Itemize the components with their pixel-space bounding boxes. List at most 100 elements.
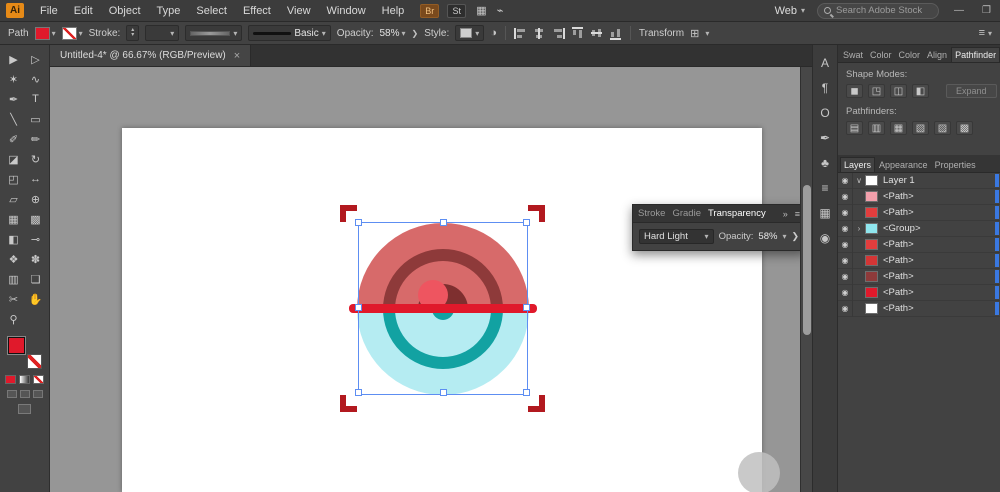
layer-name[interactable]: <Group>: [883, 223, 993, 234]
selection-handle[interactable]: [355, 389, 362, 396]
document-tab[interactable]: Untitled-4* @ 66.67% (RGB/Preview) ×: [50, 45, 251, 66]
draw-normal-button[interactable]: [7, 390, 17, 398]
graphic-style-select[interactable]: ▾: [455, 25, 484, 41]
layer-expand-chevron[interactable]: ›: [853, 224, 865, 233]
menu-item[interactable]: Edit: [66, 2, 101, 20]
panel-tab[interactable]: Layers: [840, 157, 875, 172]
visibility-eye-icon[interactable]: ◉: [838, 189, 853, 205]
color-mode-button[interactable]: [5, 375, 16, 384]
shape-builder-tool[interactable]: ⊕: [26, 190, 46, 208]
transform-label[interactable]: Transform: [639, 28, 684, 39]
layer-row[interactable]: ◉ <Path>: [838, 285, 1000, 301]
rotate-tool[interactable]: ↻: [26, 150, 46, 168]
selection-bounding-box[interactable]: [358, 222, 528, 395]
layer-selection-indicator[interactable]: [995, 206, 999, 219]
layer-selection-indicator[interactable]: [995, 254, 999, 267]
scrollbar-thumb[interactable]: [803, 185, 811, 335]
outline-button[interactable]: ▨: [934, 121, 951, 135]
selection-handle[interactable]: [523, 389, 530, 396]
layer-row[interactable]: ◉ <Path>: [838, 205, 1000, 221]
selection-handle[interactable]: [440, 219, 447, 226]
column-graph-tool[interactable]: ▥: [4, 270, 24, 288]
exclude-button[interactable]: ◧: [912, 84, 929, 98]
magic-wand-tool[interactable]: ✶: [4, 70, 24, 88]
align-right-icon[interactable]: [552, 28, 565, 39]
visibility-eye-icon[interactable]: ◉: [838, 301, 853, 317]
layer-thumbnail[interactable]: [865, 303, 878, 314]
layer-name[interactable]: Layer 1: [883, 175, 993, 186]
stroke-swatch[interactable]: [27, 354, 42, 369]
blend-tool[interactable]: ❖: [4, 250, 24, 268]
layer-thumbnail[interactable]: [865, 271, 878, 282]
layer-row[interactable]: ◉ › <Group>: [838, 221, 1000, 237]
eraser-tool[interactable]: ◪: [4, 150, 24, 168]
artboard-tool[interactable]: ❏: [26, 270, 46, 288]
layer-name[interactable]: <Path>: [883, 239, 993, 250]
selection-handle[interactable]: [440, 389, 447, 396]
align-bottom-icon[interactable]: [610, 27, 621, 40]
none-mode-button[interactable]: [33, 375, 44, 384]
blend-mode-select[interactable]: Hard Light ▾: [639, 229, 714, 244]
opentype-panel-icon[interactable]: O: [820, 107, 829, 119]
slice-tool[interactable]: ✂: [4, 290, 24, 308]
collapse-panel-icon[interactable]: »: [783, 209, 788, 219]
expand-panel-icon[interactable]: ❯: [791, 231, 799, 242]
stroke-color-swatch[interactable]: [62, 27, 77, 40]
menu-item[interactable]: Object: [101, 2, 149, 20]
align-middle-icon[interactable]: [591, 27, 602, 40]
intersect-button[interactable]: ◫: [890, 84, 907, 98]
panel-tab[interactable]: Stroke: [638, 208, 665, 219]
fill-swatch[interactable]: [8, 337, 25, 354]
visibility-eye-icon[interactable]: ◉: [838, 253, 853, 269]
focus-bracket-top-left[interactable]: [340, 205, 346, 222]
minimize-button[interactable]: —: [951, 5, 967, 16]
layer-selection-indicator[interactable]: [995, 190, 999, 203]
lasso-tool[interactable]: ∿: [26, 70, 46, 88]
opacity-value[interactable]: 58%: [758, 231, 777, 242]
layer-thumbnail[interactable]: [865, 191, 878, 202]
menu-item[interactable]: View: [279, 2, 319, 20]
layer-row[interactable]: ◉ <Path>: [838, 189, 1000, 205]
visibility-eye-icon[interactable]: ◉: [838, 173, 853, 189]
visibility-eye-icon[interactable]: ◉: [838, 237, 853, 253]
character-panel-icon[interactable]: A: [821, 57, 829, 69]
panel-tab[interactable]: Swat: [840, 48, 866, 62]
close-tab-icon[interactable]: ×: [234, 50, 240, 62]
opacity-select[interactable]: 58% ▾: [379, 28, 405, 39]
layer-expand-chevron[interactable]: ∨: [853, 176, 865, 185]
vertical-scrollbar[interactable]: [800, 67, 812, 492]
layer-thumbnail[interactable]: [865, 207, 878, 218]
type-tool[interactable]: T: [26, 90, 46, 108]
draw-behind-button[interactable]: [20, 390, 30, 398]
stroke-weight-select[interactable]: ▾: [145, 25, 179, 41]
width-tool[interactable]: ↔: [26, 170, 46, 188]
unite-button[interactable]: ◼: [846, 84, 863, 98]
layer-name[interactable]: <Path>: [883, 207, 993, 218]
menu-item[interactable]: Window: [319, 2, 374, 20]
menu-item[interactable]: File: [32, 2, 66, 20]
rectangle-tool[interactable]: ▭: [26, 110, 46, 128]
panel-tab[interactable]: Transparency: [708, 208, 766, 219]
gradient-mode-button[interactable]: [19, 375, 30, 384]
swatches-panel-icon[interactable]: ▦: [819, 207, 830, 219]
workspace-switcher[interactable]: Web ▾: [775, 5, 805, 17]
menu-item[interactable]: Select: [188, 2, 235, 20]
pencil-tool[interactable]: ✏: [26, 130, 46, 148]
visibility-eye-icon[interactable]: ◉: [838, 205, 853, 221]
panel-tab[interactable]: Appearance: [876, 158, 931, 172]
panel-tab[interactable]: Properties: [932, 158, 979, 172]
layer-row[interactable]: ◉ <Path>: [838, 269, 1000, 285]
layer-name[interactable]: <Path>: [883, 255, 993, 266]
screen-mode-button[interactable]: [18, 404, 31, 414]
layer-selection-indicator[interactable]: [995, 302, 999, 315]
panel-tab[interactable]: Pathfinder: [951, 47, 1000, 62]
minus-back-button[interactable]: ▩: [956, 121, 973, 135]
stroke-panel-icon[interactable]: ≡: [821, 182, 828, 194]
merge-button[interactable]: ▦: [890, 121, 907, 135]
align-left-icon[interactable]: [514, 28, 527, 39]
scale-tool[interactable]: ◰: [4, 170, 24, 188]
align-top-icon[interactable]: [572, 27, 583, 40]
symbol-sprayer-tool[interactable]: ✽: [26, 250, 46, 268]
divide-button[interactable]: ▤: [846, 121, 863, 135]
layer-selection-indicator[interactable]: [995, 174, 999, 187]
